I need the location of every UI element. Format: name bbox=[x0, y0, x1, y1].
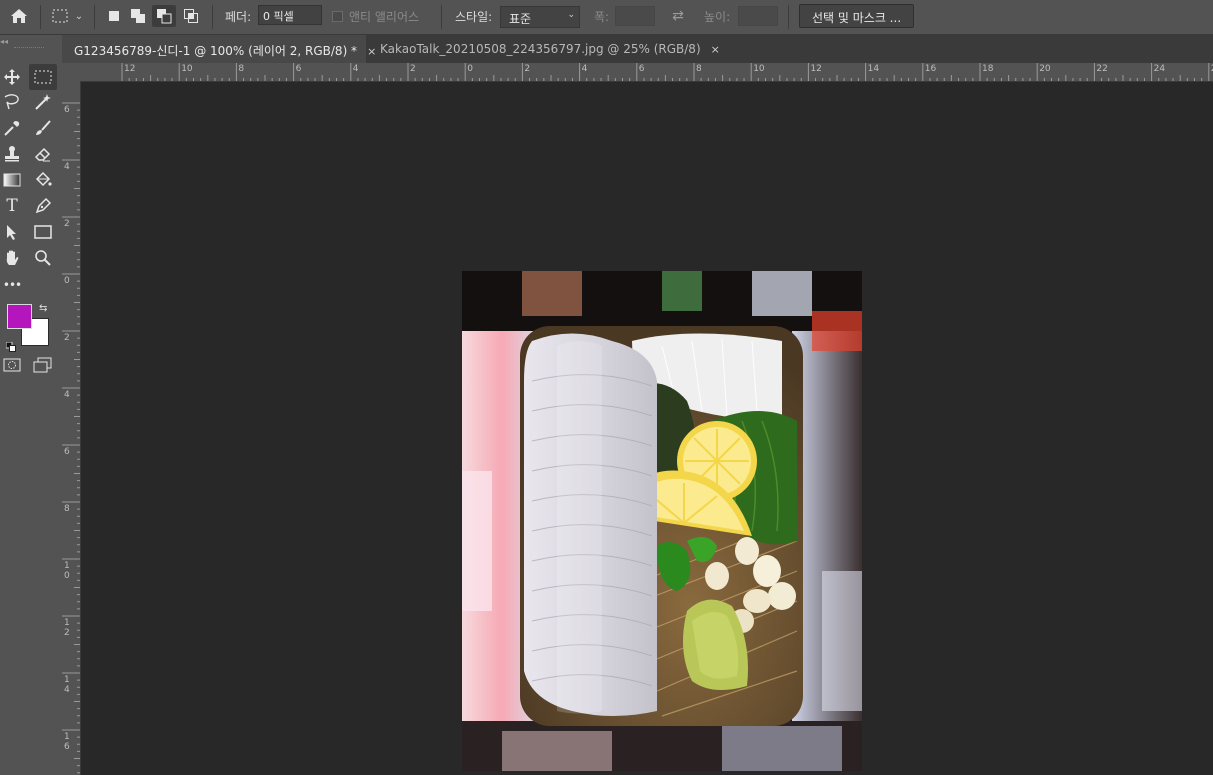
tab-title: G123456789-신디-1 @ 100% (레이어 2, RGB/8) * bbox=[74, 44, 358, 58]
add-selection-icon[interactable] bbox=[128, 5, 148, 27]
ruler-label: 10 bbox=[64, 561, 70, 581]
ruler-label: 2 bbox=[64, 219, 70, 229]
vertical-ruler[interactable]: 6 4 2 0 2 4 6 8 10 12 14 16 bbox=[62, 81, 81, 775]
tab-document-1[interactable]: G123456789-신디-1 @ 100% (레이어 2, RGB/8) * × bbox=[62, 35, 376, 63]
style-label: 스타일: bbox=[455, 10, 493, 24]
ruler-label: 8 bbox=[64, 504, 70, 514]
chevron-down-icon[interactable]: ⌄ bbox=[72, 5, 86, 27]
panel-grip[interactable] bbox=[14, 47, 44, 50]
hand-tool-icon[interactable] bbox=[0, 246, 24, 270]
chevron-down-icon: ⌄ bbox=[567, 10, 575, 20]
eraser-icon[interactable] bbox=[31, 142, 55, 166]
subtract-selection-icon[interactable] bbox=[152, 5, 176, 27]
gradient-icon[interactable] bbox=[0, 168, 24, 192]
ruler-label: 14 bbox=[64, 675, 70, 695]
intersect-selection-icon[interactable] bbox=[180, 5, 202, 27]
ruler-label: 4 bbox=[352, 64, 359, 74]
screen-mode-icon[interactable] bbox=[31, 353, 55, 377]
rect-marquee-icon[interactable] bbox=[50, 5, 70, 27]
ruler-label: 6 bbox=[638, 64, 645, 74]
width-label: 폭: bbox=[594, 10, 610, 24]
ruler-label: 16 bbox=[924, 64, 937, 74]
type-tool-icon[interactable]: T bbox=[0, 194, 24, 218]
ruler-label: 12 bbox=[124, 64, 136, 74]
ruler-label: 6 bbox=[64, 105, 70, 115]
ruler-label: 10 bbox=[181, 64, 193, 74]
ruler-label: 8 bbox=[238, 64, 245, 74]
ruler-label: 14 bbox=[867, 64, 880, 74]
move-tool-icon[interactable] bbox=[0, 65, 24, 89]
tools-panel: ◂◂ T ••• ⇆ bbox=[0, 35, 63, 775]
options-bar: ⌄ 페더: 0 픽셀 앤티 앨리어스 스타일: 표준 ⌄ 폭: ⇄ 높이: 선택… bbox=[0, 0, 1213, 35]
path-select-icon[interactable] bbox=[0, 220, 24, 244]
style-select-value: 표준 bbox=[509, 12, 532, 26]
brush-icon[interactable] bbox=[31, 116, 55, 140]
home-icon[interactable] bbox=[8, 5, 30, 27]
ruler-label: 4 bbox=[64, 390, 70, 400]
new-selection-icon[interactable] bbox=[104, 5, 124, 27]
swap-colors-icon[interactable]: ⇆ bbox=[39, 303, 47, 314]
eyedropper-icon[interactable] bbox=[0, 116, 24, 140]
ruler-label: 4 bbox=[581, 64, 588, 74]
width-input[interactable] bbox=[615, 6, 655, 26]
magic-wand-icon[interactable] bbox=[31, 90, 55, 114]
more-tools-icon[interactable]: ••• bbox=[0, 273, 24, 297]
ruler-label: 16 bbox=[64, 732, 70, 752]
ruler-label: 12 bbox=[64, 618, 70, 638]
ruler-label: 8 bbox=[696, 64, 702, 74]
collapse-icon[interactable]: ◂◂ bbox=[0, 37, 8, 46]
horizontal-ruler[interactable]: 1210864202468101214161820222426 bbox=[62, 63, 1213, 82]
ruler-label: 12 bbox=[810, 64, 822, 74]
height-input[interactable] bbox=[738, 6, 778, 26]
rectangle-tool-icon[interactable] bbox=[31, 220, 55, 244]
lasso-tool-icon[interactable] bbox=[0, 90, 24, 114]
antialias-checkbox[interactable] bbox=[332, 11, 343, 22]
feather-input[interactable]: 0 픽셀 bbox=[258, 5, 322, 25]
zoom-tool-icon[interactable] bbox=[31, 246, 55, 270]
foreground-color-swatch[interactable] bbox=[7, 304, 32, 329]
ruler-label: 2 bbox=[410, 64, 416, 74]
rect-marquee-tool-icon[interactable] bbox=[29, 64, 57, 90]
ruler-label: 0 bbox=[64, 276, 70, 286]
tab-title: KakaoTalk_20210508_224356797.jpg @ 25% (… bbox=[380, 42, 701, 56]
style-select[interactable]: 표준 ⌄ bbox=[500, 6, 580, 28]
ruler-label: 10 bbox=[753, 64, 765, 74]
tab-document-2[interactable]: KakaoTalk_20210508_224356797.jpg @ 25% (… bbox=[368, 35, 720, 63]
ruler-label: 18 bbox=[982, 64, 994, 74]
document-image[interactable] bbox=[462, 271, 862, 771]
ruler-label: 6 bbox=[64, 447, 70, 457]
paint-bucket-icon[interactable] bbox=[31, 168, 55, 192]
stamp-icon[interactable] bbox=[0, 142, 24, 166]
document-tabs: G123456789-신디-1 @ 100% (레이어 2, RGB/8) * ×… bbox=[62, 35, 1213, 63]
swap-icon[interactable]: ⇄ bbox=[668, 5, 688, 27]
height-label: 높이: bbox=[704, 10, 731, 24]
quick-mask-icon[interactable] bbox=[0, 353, 24, 377]
antialias-label: 앤티 앨리어스 bbox=[349, 10, 420, 24]
ruler-label: 6 bbox=[295, 64, 302, 74]
ruler-label: 0 bbox=[467, 64, 473, 74]
ruler-label: 2 bbox=[524, 64, 531, 74]
ruler-label: 24 bbox=[1153, 64, 1166, 74]
close-icon[interactable]: × bbox=[711, 43, 720, 56]
select-and-mask-button[interactable]: 선택 및 마스크 ... bbox=[799, 4, 914, 28]
pen-tool-icon[interactable] bbox=[31, 194, 55, 218]
ruler-label: 2 bbox=[64, 333, 70, 343]
feather-label: 페더: bbox=[225, 10, 252, 24]
ruler-label: 20 bbox=[1039, 64, 1051, 74]
ruler-label: 4 bbox=[64, 162, 70, 172]
ruler-label: 22 bbox=[1096, 64, 1108, 74]
